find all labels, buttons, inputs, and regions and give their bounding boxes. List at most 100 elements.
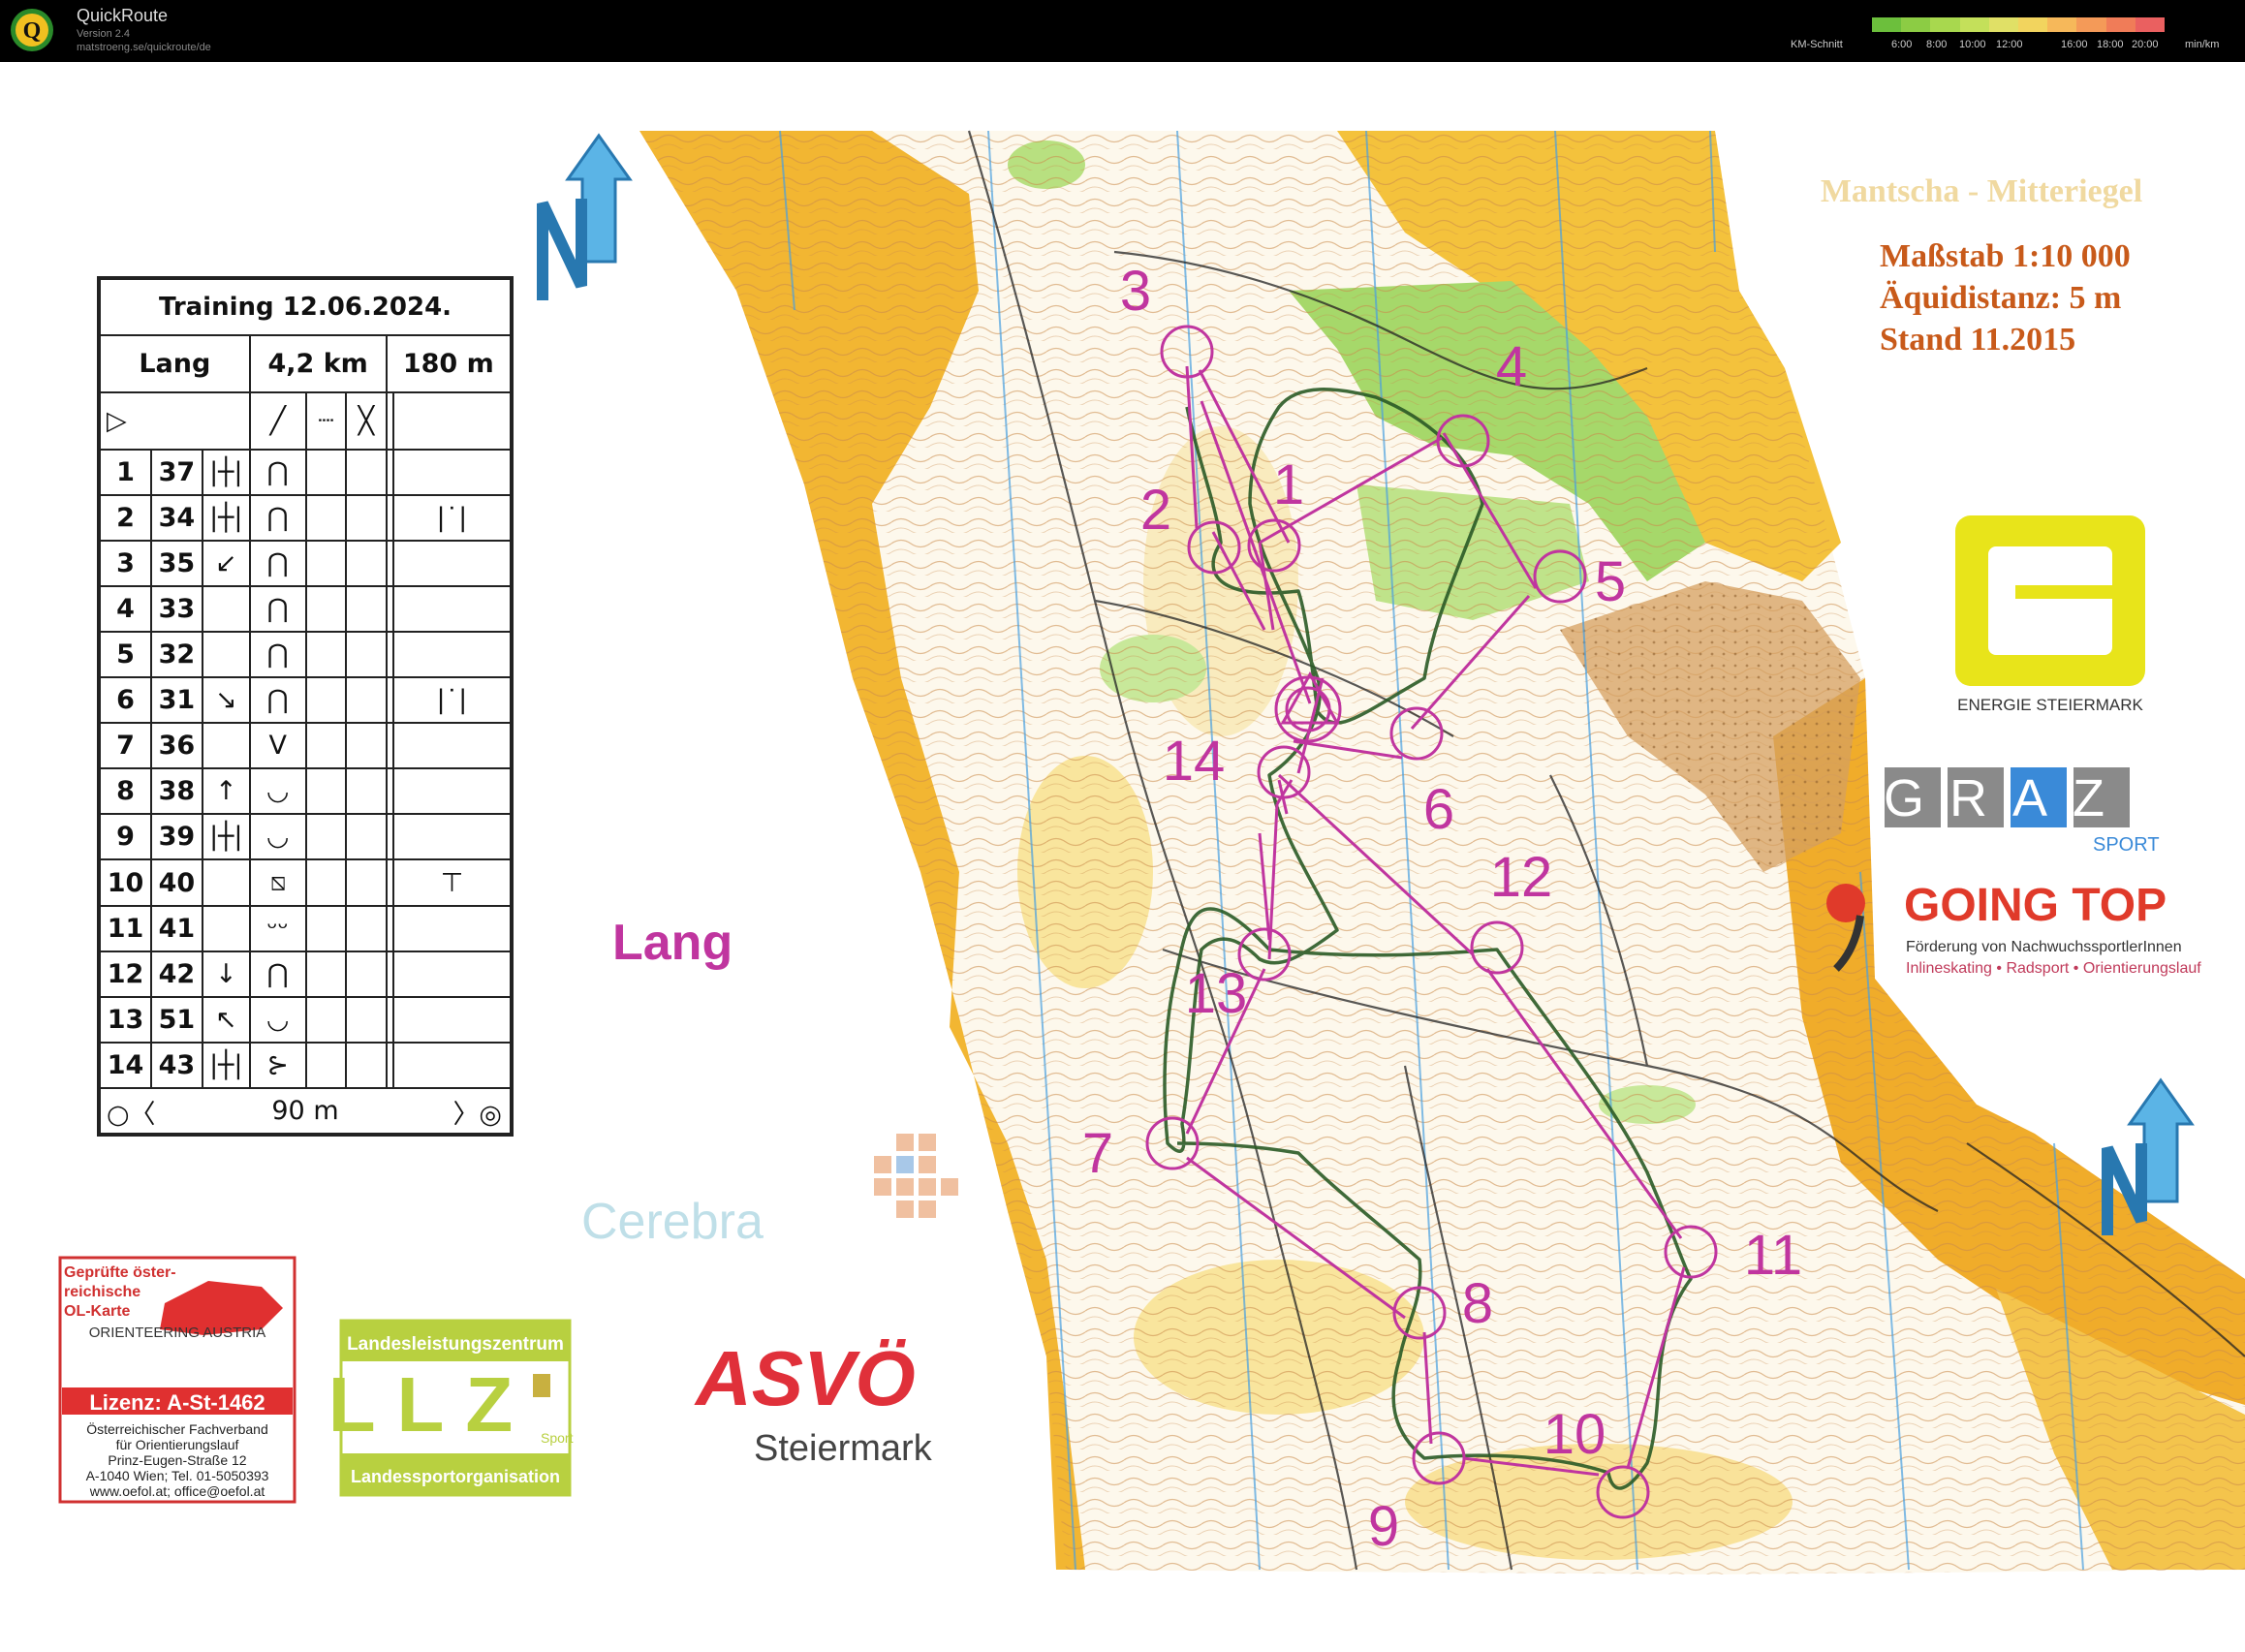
crossing-icon: ╳	[345, 391, 388, 452]
cd-feature-icon: |┼|	[201, 1041, 251, 1090]
cd-empty	[385, 540, 394, 588]
svg-text:Landessportorganisation: Landessportorganisation	[351, 1467, 560, 1486]
cd-feature-icon	[201, 905, 251, 953]
going-top-logo: GOING TOP Förderung von Nachwuchssportle…	[1826, 880, 2201, 977]
app-url[interactable]: matstroeng.se/quickroute/de	[77, 42, 211, 53]
cd-empty	[385, 766, 394, 815]
control-number: 12	[1490, 846, 1553, 909]
svg-text:für Orientierungslauf: für Orientierungslauf	[116, 1437, 239, 1452]
cd-empty	[385, 812, 394, 860]
cd-empty	[385, 449, 394, 497]
map-scale: Maßstab 1:10 000	[1880, 238, 2131, 274]
cd-detail-icon: ⋂	[248, 540, 307, 588]
pace-tick: 18:00	[2097, 39, 2124, 50]
cd-control-code: 34	[149, 494, 203, 543]
quickroute-logo-icon: Q	[11, 9, 53, 51]
cd-control-code: 35	[149, 540, 203, 588]
cd-row: 5 32 ⋂	[99, 631, 513, 679]
app-title: QuickRoute	[77, 6, 169, 25]
cd-feature-icon: ↙	[201, 540, 251, 588]
control-number: 9	[1368, 1495, 1399, 1558]
cd-detail-icon: V	[248, 722, 307, 769]
cd-feature-icon: |┼|	[201, 494, 251, 543]
cd-row: 2 34 |┼| ⋂ |˙|	[99, 494, 513, 543]
control-number: 14	[1163, 730, 1226, 793]
cd-empty	[385, 494, 394, 543]
cd-control-code: 40	[149, 857, 203, 908]
cd-empty	[345, 449, 388, 497]
cd-title: Training 12.06.2024.	[99, 278, 512, 336]
cd-detail-icon: ◡	[248, 766, 307, 815]
cd-feature-icon	[201, 585, 251, 634]
cd-feature-icon: ↑	[201, 766, 251, 815]
pace-tick: 12:00	[1996, 39, 2023, 50]
control-number: 1	[1273, 453, 1304, 516]
cd-control-code: 41	[149, 905, 203, 953]
cd-empty	[304, 951, 348, 999]
cd-empty	[304, 766, 348, 815]
cd-finish-row: ○〈 90 m 〉◎	[99, 1087, 512, 1135]
cd-detail-icon: ⧅	[248, 857, 307, 908]
control-number: 10	[1543, 1403, 1606, 1466]
cd-empty	[345, 996, 388, 1044]
cd-extra-icon: |˙|	[391, 676, 513, 725]
cd-detail-icon: ⋂	[248, 676, 307, 725]
cd-control-number: 12	[99, 951, 152, 999]
cd-control-code: 32	[149, 631, 203, 679]
cd-empty	[304, 905, 348, 953]
svg-text:GRAZ: GRAZ	[1884, 769, 2130, 827]
cd-empty	[345, 951, 388, 999]
cd-empty	[385, 722, 394, 769]
cd-empty	[345, 722, 388, 769]
cd-empty	[304, 812, 348, 860]
cd-detail-icon: ⊱	[248, 1041, 307, 1090]
cd-extra-icon	[391, 766, 513, 815]
svg-text:Landesleistungszentrum: Landesleistungszentrum	[347, 1334, 564, 1355]
cd-row: 4 33 ⋂	[99, 585, 513, 634]
cd-row: 12 42 ↓ ⋂	[99, 951, 513, 999]
svg-text:ORIENTEERING AUSTRIA: ORIENTEERING AUSTRIA	[89, 1325, 266, 1341]
cd-row: 13 51 ↖ ◡	[99, 996, 513, 1044]
cd-control-code: 42	[149, 951, 203, 999]
cd-control-number: 4	[99, 585, 152, 634]
cd-feature-icon: ↘	[201, 676, 251, 725]
cd-feature-icon: |┼|	[201, 449, 251, 497]
map-name: Mantscha - Mitteriegel	[1821, 173, 2142, 209]
cd-control-number: 9	[99, 812, 152, 860]
cd-feature-icon: |┼|	[201, 812, 251, 860]
pace-color-swatch	[1872, 17, 1902, 32]
svg-text:ASVÖ: ASVÖ	[694, 1335, 916, 1421]
cd-empty	[385, 996, 394, 1044]
cd-length: 4,2 km	[248, 333, 388, 394]
cd-empty	[345, 905, 388, 953]
cd-control-code: 36	[149, 722, 203, 769]
cd-course: Lang	[99, 333, 251, 394]
cd-empty	[385, 905, 394, 953]
cd-control-code: 31	[149, 676, 203, 725]
pace-color-swatch	[2135, 17, 2166, 32]
svg-text:Förderung von Nachwuchssportle: Förderung von NachwuchssportlerInnen	[1906, 939, 2182, 955]
llz-logo: Landesleistungszentrum LLZ Sport Landess…	[328, 1319, 574, 1497]
cd-row: 7 36 V	[99, 722, 513, 769]
cd-detail-icon: ⋂	[248, 951, 307, 999]
finish-circle-icon: 〉◎	[452, 1100, 502, 1131]
cd-extra-icon: ⊤	[391, 857, 513, 908]
pace-color-swatch	[1901, 17, 1931, 32]
line-icon: ╱	[248, 391, 307, 452]
cd-empty	[304, 585, 348, 634]
svg-text:Cerebra: Cerebra	[581, 1194, 764, 1250]
map-equidistance: Äquidistanz: 5 m	[1880, 280, 2121, 316]
cd-extra-icon	[391, 951, 513, 999]
svg-text:Sport: Sport	[541, 1430, 574, 1446]
cd-empty	[345, 857, 388, 908]
cd-row: 9 39 |┼| ◡	[99, 812, 513, 860]
cd-control-number: 10	[99, 857, 152, 908]
svg-text:OL-Karte: OL-Karte	[64, 1303, 131, 1320]
pace-tick: 8:00	[1926, 39, 1948, 50]
cd-empty	[304, 449, 348, 497]
dashed-line-icon: ┈	[304, 391, 348, 452]
cd-empty	[345, 540, 388, 588]
cd-feature-icon	[201, 631, 251, 679]
app-version: Version 2.4	[77, 28, 131, 40]
cd-empty	[345, 494, 388, 543]
